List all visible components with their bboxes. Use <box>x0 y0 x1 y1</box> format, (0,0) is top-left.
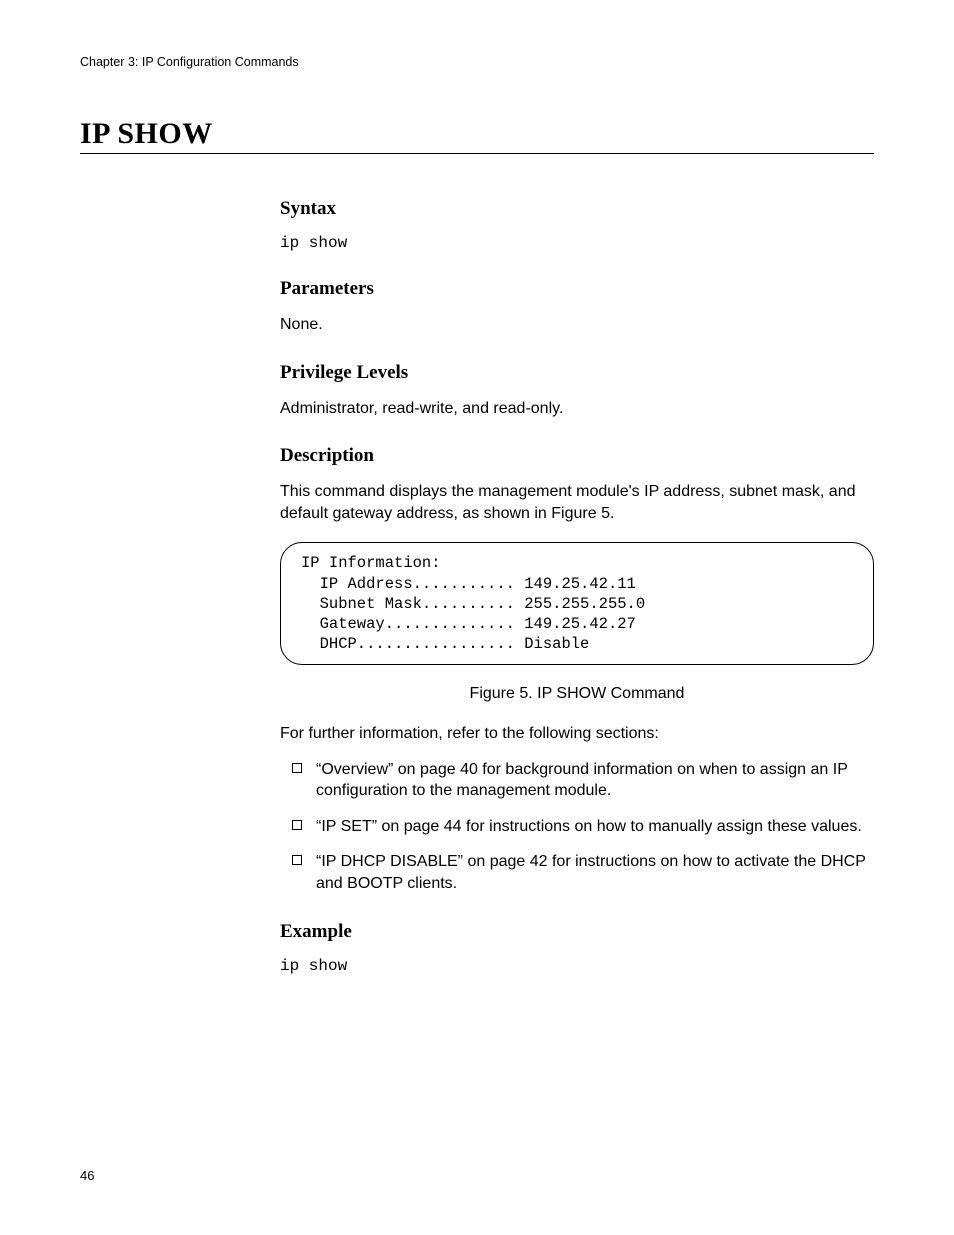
page-number: 46 <box>80 1168 94 1183</box>
example-heading: Example <box>280 921 874 943</box>
page: Chapter 3: IP Configuration Commands IP … <box>0 0 954 1235</box>
reference-list: “Overview” on page 40 for background inf… <box>280 759 874 895</box>
code-output: IP Information: IP Address........... 14… <box>301 553 853 654</box>
privilege-text: Administrator, read-write, and read-only… <box>280 398 874 420</box>
list-item: “IP SET” on page 44 for instructions on … <box>280 816 874 838</box>
page-title: IP SHOW <box>80 117 874 154</box>
content-column: Syntax ip show Parameters None. Privileg… <box>280 198 874 975</box>
privilege-heading: Privilege Levels <box>280 362 874 384</box>
example-code: ip show <box>280 957 874 975</box>
description-heading: Description <box>280 445 874 467</box>
list-item: “IP DHCP DISABLE” on page 42 for instruc… <box>280 851 874 894</box>
syntax-heading: Syntax <box>280 198 874 220</box>
list-item: “Overview” on page 40 for background inf… <box>280 759 874 802</box>
figure-caption: Figure 5. IP SHOW Command <box>280 685 874 703</box>
description-text: This command displays the management mod… <box>280 481 874 524</box>
code-output-box: IP Information: IP Address........... 14… <box>280 542 874 665</box>
parameters-heading: Parameters <box>280 278 874 300</box>
further-info-intro: For further information, refer to the fo… <box>280 723 874 745</box>
parameters-text: None. <box>280 314 874 336</box>
running-header: Chapter 3: IP Configuration Commands <box>80 55 874 69</box>
syntax-code: ip show <box>280 234 874 252</box>
